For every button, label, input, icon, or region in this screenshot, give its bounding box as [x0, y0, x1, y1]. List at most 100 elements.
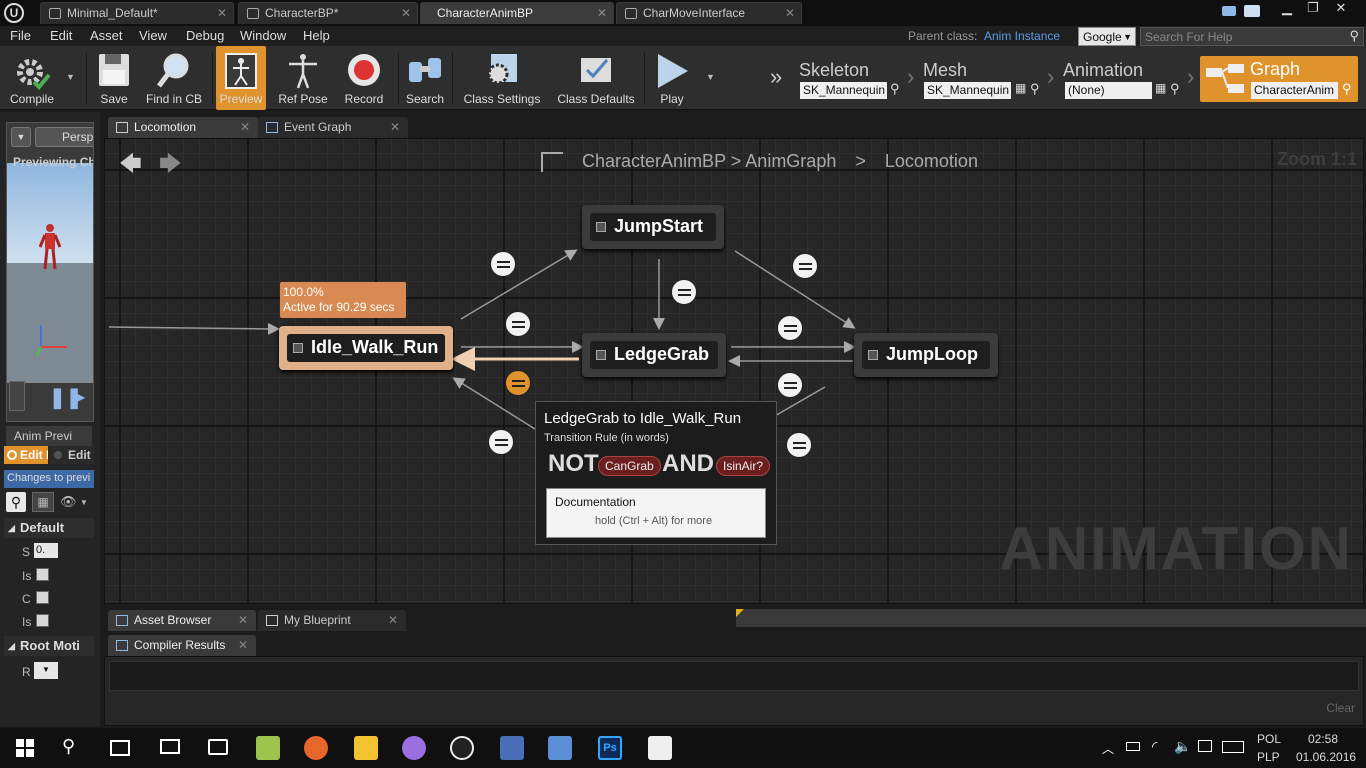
app-media-icon[interactable] [548, 736, 572, 760]
state-idle-walk-run[interactable]: Idle_Walk_Run [279, 326, 453, 370]
tab-my-blueprint[interactable]: My Blueprint ✕ [258, 610, 406, 631]
close-icon[interactable]: ✕ [390, 117, 400, 137]
menu-view[interactable]: View [139, 28, 167, 43]
wifi-icon[interactable]: ◜ [1152, 738, 1157, 755]
clock-date[interactable]: 01.06.2016 [1296, 750, 1356, 764]
menu-edit[interactable]: Edit [50, 28, 72, 43]
compile-options-chevron-icon[interactable]: ▼ [66, 72, 75, 82]
mesh-field[interactable]: SK_Mannequin [924, 82, 1011, 99]
graph-mode-tab[interactable]: Graph CharacterAnim ⚲ [1200, 56, 1358, 102]
close-icon[interactable]: ✕ [401, 3, 411, 23]
browse-icon[interactable]: ⚲ [1342, 81, 1352, 97]
firefox-icon[interactable] [304, 736, 328, 760]
save-button[interactable]: Save [92, 46, 136, 110]
root-motion-section-header[interactable]: ◢ Root Moti [4, 636, 94, 656]
step-forward-icon[interactable]: ▶ [73, 387, 85, 407]
notification-icon[interactable] [1198, 740, 1212, 752]
transition-jumpstart-ledgegrab[interactable] [671, 279, 697, 305]
property-c-checkbox[interactable] [36, 591, 49, 604]
animation-mode-label[interactable]: Animation [1063, 60, 1143, 81]
close-icon[interactable]: ✕ [238, 610, 248, 630]
property-s-value[interactable]: 0. [34, 543, 58, 558]
anim-preview-tab[interactable]: Anim Previ [6, 426, 92, 446]
tab-asset-browser[interactable]: Asset Browser ✕ [108, 610, 256, 631]
doc-tab-characterbp[interactable]: CharacterBP* ✕ [238, 2, 418, 24]
unreal-taskbar-icon[interactable] [450, 736, 474, 760]
volume-icon[interactable]: 🔈 [1174, 738, 1191, 755]
photoshop-icon[interactable]: Ps [598, 736, 622, 760]
viewport-mode-button[interactable]: Persp [35, 127, 93, 147]
tab-compiler-results[interactable]: Compiler Results ✕ [108, 635, 256, 656]
skeleton-mode-label[interactable]: Skeleton [799, 60, 869, 81]
graph-canvas[interactable]: 🡄 🡆 CharacterAnimBP > AnimGraph > Locomo… [104, 138, 1364, 604]
keyboard-icon[interactable] [1222, 741, 1244, 753]
default-section-header[interactable]: ◢ Default [4, 518, 94, 538]
desktop-icon[interactable] [160, 739, 180, 754]
photos-icon[interactable] [648, 736, 672, 760]
animation-field[interactable]: (None) [1065, 82, 1152, 99]
menu-window[interactable]: Window [240, 28, 286, 43]
search-icon[interactable]: ⚲ [62, 736, 75, 757]
close-icon[interactable]: ✕ [785, 3, 795, 23]
eye-options-chevron-icon[interactable]: ▼ [80, 498, 88, 507]
transition-jumpstart-jumploop[interactable] [792, 253, 818, 279]
book-icon[interactable] [208, 739, 228, 755]
doc-tab-characteranimbp[interactable]: CharacterAnimBP ✕ [420, 2, 614, 24]
menu-asset[interactable]: Asset [90, 28, 123, 43]
clear-button[interactable]: Clear [1326, 701, 1355, 715]
transition-idle-ledgegrab[interactable] [505, 311, 531, 337]
graph-field[interactable]: CharacterAnim [1251, 82, 1338, 99]
browse-icon[interactable]: ⚲ [890, 81, 900, 97]
state-jumpstart[interactable]: JumpStart [582, 205, 724, 249]
skeleton-field[interactable]: SK_Mannequin [800, 82, 887, 99]
details-search-icon[interactable]: ⚲ [6, 492, 26, 512]
transition-ledgegrab-jumploop[interactable] [777, 315, 803, 341]
search-icon[interactable]: ⚲ [1349, 27, 1359, 45]
play-button[interactable]: Play [648, 46, 696, 110]
root-row-dropdown[interactable]: ▼ [34, 662, 58, 679]
record-button[interactable]: Record [338, 46, 390, 110]
tray-up-icon[interactable]: ︿ [1102, 740, 1114, 757]
doc-tab-minimal-default[interactable]: Minimal_Default* ✕ [40, 2, 234, 24]
find-in-cb-button[interactable]: Find in CB [142, 46, 206, 110]
grid-icon[interactable]: ▦ [1155, 81, 1166, 95]
app-purple-icon[interactable] [402, 736, 426, 760]
search-button[interactable]: Search [402, 46, 448, 110]
class-defaults-button[interactable]: Class Defaults [552, 46, 640, 110]
app-blue-icon[interactable] [500, 736, 524, 760]
view-options-grid-icon[interactable]: ▦ [32, 492, 54, 512]
windows-start-icon[interactable] [16, 739, 34, 757]
timeline-scrubber[interactable] [9, 381, 25, 411]
transition-ledgegrab-idle-2[interactable] [488, 429, 514, 455]
unreal-logo-icon[interactable]: U [4, 3, 24, 23]
doc-tab-charmoveinterface[interactable]: CharMoveInterface ✕ [616, 2, 802, 24]
input-language[interactable]: POL [1257, 732, 1281, 746]
task-view-icon[interactable] [110, 740, 130, 756]
transition-jumploop-idle[interactable] [786, 432, 812, 458]
play-options-chevron-icon[interactable]: ▼ [706, 72, 715, 82]
maps-icon[interactable] [256, 736, 280, 760]
edit-defaults-tab[interactable]: Edit I [4, 446, 48, 464]
mesh-mode-label[interactable]: Mesh [923, 60, 967, 81]
minimize-button[interactable]: ▁ [1274, 0, 1300, 18]
chat-icon[interactable] [1222, 6, 1236, 16]
state-ledgegrab[interactable]: LedgeGrab [582, 333, 726, 377]
grid-icon[interactable]: ▦ [1015, 81, 1026, 95]
menu-file[interactable]: File [10, 28, 31, 43]
ref-pose-button[interactable]: Ref Pose [274, 46, 332, 110]
state-jumploop[interactable]: JumpLoop [854, 333, 998, 377]
menu-debug[interactable]: Debug [186, 28, 224, 43]
file-explorer-icon[interactable] [354, 736, 378, 760]
tab-event-graph[interactable]: Event Graph ✕ [258, 117, 408, 138]
menu-help[interactable]: Help [303, 28, 330, 43]
property-is2-checkbox[interactable] [36, 614, 49, 627]
browse-icon[interactable]: ⚲ [1030, 81, 1040, 97]
eye-icon[interactable]: 👁 [60, 494, 77, 510]
close-icon[interactable]: ✕ [388, 610, 398, 630]
preview-viewport[interactable]: ▼ Persp Previewing Ch ❚❚ ▶ [6, 122, 94, 422]
viewport-options-button[interactable]: ▼ [11, 127, 31, 147]
close-icon[interactable]: ✕ [240, 117, 250, 137]
close-icon[interactable]: ✕ [238, 635, 248, 655]
tab-locomotion[interactable]: Locomotion ✕ [108, 117, 258, 138]
help-search-input[interactable]: Search For Help ⚲ [1140, 27, 1364, 46]
